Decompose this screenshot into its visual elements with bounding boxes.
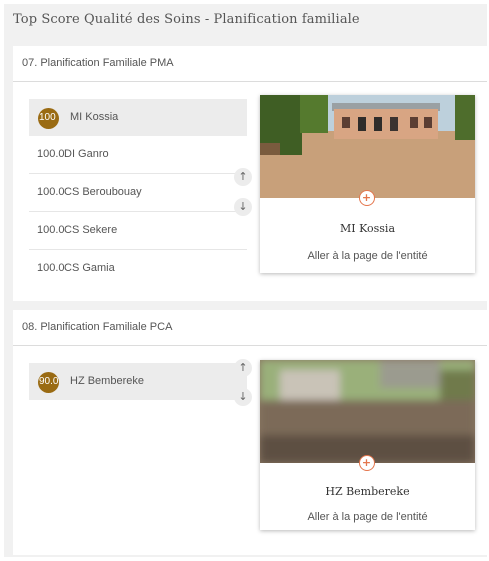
ranking-list: 100 MI Kossia 100.0 DI Ganro 100.0 CS Be… xyxy=(29,99,247,287)
list-item-mi-kossia[interactable]: 100 MI Kossia xyxy=(29,99,247,136)
card-entity-name: HZ Bembereke xyxy=(325,485,410,498)
arrow-up-icon[interactable]: ↑ xyxy=(234,168,252,186)
score-value: 100.0 xyxy=(37,148,65,160)
section-title: 08. Planification Familiale PCA xyxy=(22,321,173,333)
entity-photo xyxy=(260,95,475,198)
list-item-hz-bembereke[interactable]: 90.0 HZ Bembereke xyxy=(29,363,247,400)
section-pf-pca: 08. Planification Familiale PCA 90.0 HZ … xyxy=(13,310,487,555)
score-value: 100.0 xyxy=(37,224,65,236)
list-item-cs-beroubouay[interactable]: 100.0 CS Beroubouay xyxy=(29,174,247,212)
score-value: 100.0 xyxy=(37,186,65,198)
entity-name: CS Beroubouay xyxy=(64,186,142,198)
entity-name: MI Kossia xyxy=(70,111,119,123)
entity-photo xyxy=(260,360,475,463)
section-pf-pma: 07. Planification Familiale PMA 100 MI K… xyxy=(13,46,487,301)
entity-name: DI Ganro xyxy=(64,148,109,160)
list-item-cs-sekere[interactable]: 100.0 CS Sekere xyxy=(29,212,247,250)
entity-page-link[interactable]: Aller à la page de l'entité xyxy=(260,511,475,523)
list-item-di-ganro[interactable]: 100.0 DI Ganro xyxy=(29,136,247,174)
section-header: 07. Planification Familiale PMA xyxy=(13,46,487,82)
section-title: 07. Planification Familiale PMA xyxy=(22,57,174,69)
page-title: Top Score Qualité des Soins - Planificat… xyxy=(13,12,360,27)
score-badge: 90.0 xyxy=(38,372,59,393)
arrow-down-icon[interactable]: ↓ xyxy=(234,388,252,406)
arrow-up-icon[interactable]: ↑ xyxy=(234,359,252,377)
map-pin-icon: + xyxy=(359,455,375,471)
score-badge: 100 xyxy=(38,108,59,129)
map-pin-icon: + xyxy=(359,190,375,206)
section-header: 08. Planification Familiale PCA xyxy=(13,310,487,346)
entity-name: CS Gamia xyxy=(64,262,115,274)
arrow-down-icon[interactable]: ↓ xyxy=(234,198,252,216)
entity-card: + MI Kossia Aller à la page de l'entité xyxy=(260,95,475,273)
dashboard-page: Top Score Qualité des Soins - Planificat… xyxy=(4,4,487,557)
entity-name: CS Sekere xyxy=(64,224,118,236)
entity-page-link[interactable]: Aller à la page de l'entité xyxy=(260,250,475,262)
entity-name: HZ Bembereke xyxy=(70,375,144,387)
entity-card: + HZ Bembereke Aller à la page de l'enti… xyxy=(260,360,475,530)
ranking-list: 90.0 HZ Bembereke xyxy=(29,363,247,400)
score-value: 100.0 xyxy=(37,262,65,274)
list-item-cs-gamia[interactable]: 100.0 CS Gamia xyxy=(29,250,247,287)
card-entity-name: MI Kossia xyxy=(339,222,396,235)
